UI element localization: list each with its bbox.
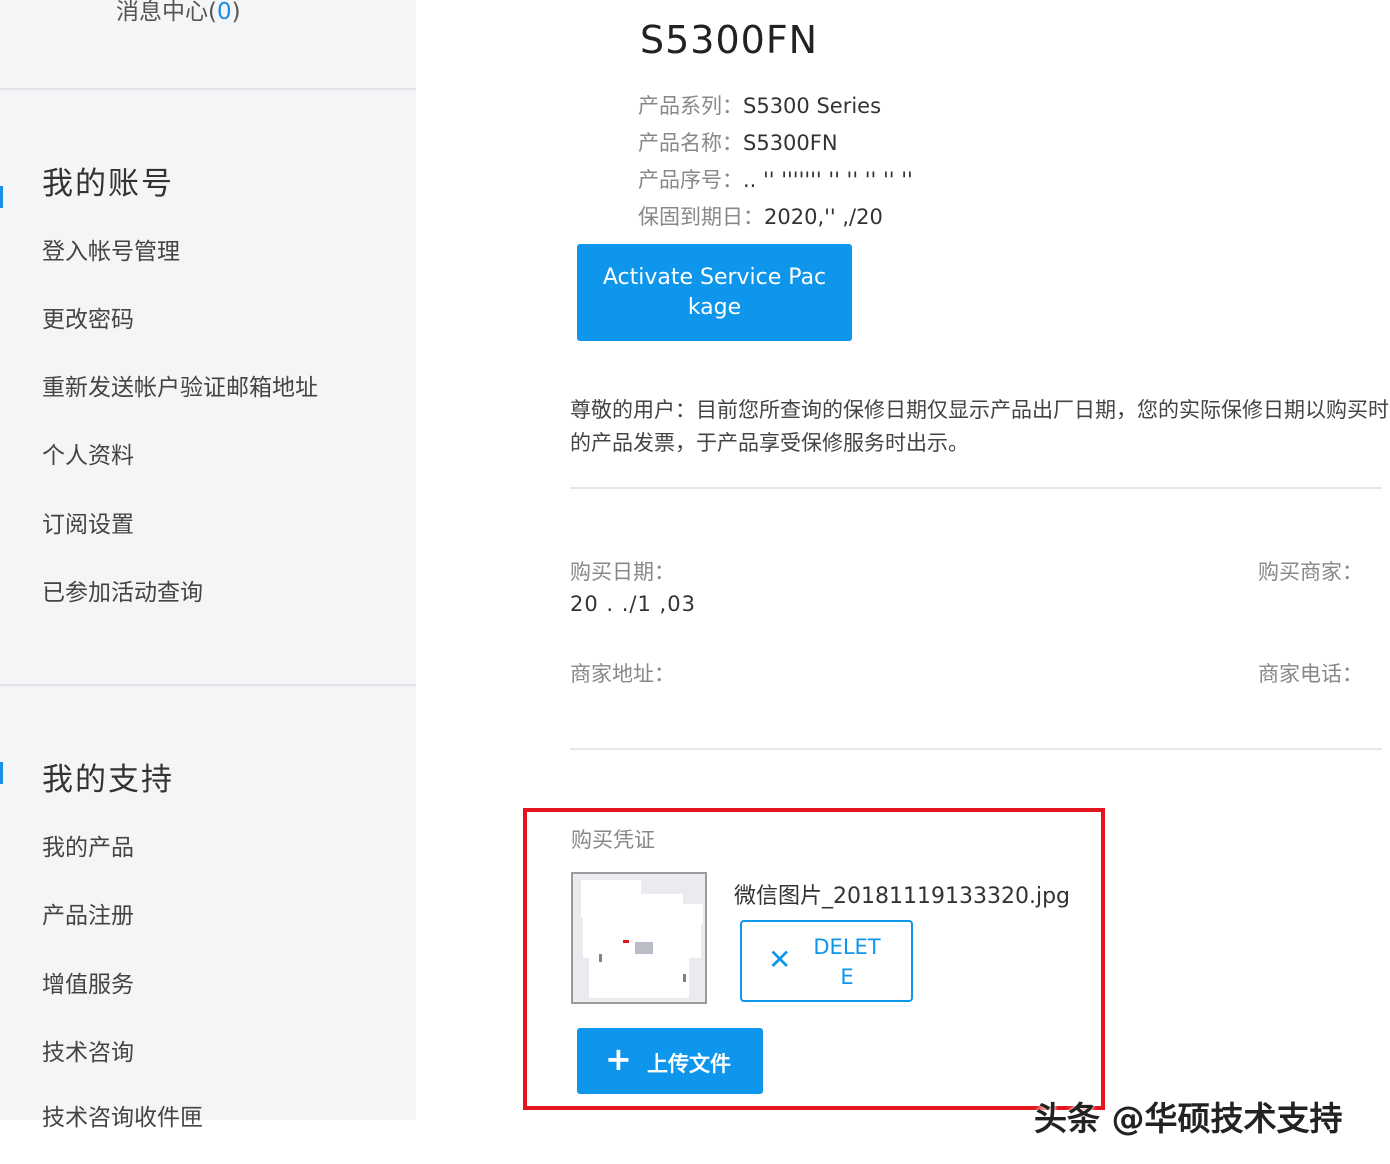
- spec-row: 产品序号：.. '' ''''''' '' '' '' '' '': [638, 164, 913, 194]
- sidebar-item-login-account[interactable]: 登入帐号管理: [42, 232, 180, 266]
- section-accent-bar: [0, 186, 3, 208]
- purchase-proof-label: 购买凭证: [571, 828, 655, 852]
- message-center-label: 消息中心(: [116, 0, 217, 25]
- sidebar-item-tech-consult[interactable]: 技术咨询: [42, 1033, 134, 1067]
- sidebar-item-my-products[interactable]: 我的产品: [42, 828, 134, 862]
- sidebar-item-subscription[interactable]: 订阅设置: [42, 505, 134, 539]
- main-content: S5300FN 产品系列：S5300 Series 产品名称：S5300FN 产…: [416, 0, 1390, 1164]
- spec-row: 保固到期日：2020,'' ,/20: [638, 201, 883, 231]
- merchant-label: 购买商家：: [1258, 560, 1363, 584]
- purchase-date-label: 购买日期：: [570, 560, 675, 584]
- section-divider: [570, 487, 1382, 489]
- spec-label: 产品系列：: [638, 94, 743, 118]
- section-accent-bar: [0, 762, 3, 784]
- spec-value: .. '' ''''''' '' '' '' '' '': [743, 168, 913, 192]
- spec-value: S5300 Series: [743, 94, 882, 118]
- product-model-title: S5300FN: [640, 18, 819, 62]
- upload-button-label: 上传文件: [647, 1052, 731, 1076]
- section-title-my-account: 我的账号: [42, 166, 174, 202]
- delete-button-label: DELETE: [813, 935, 881, 989]
- spec-label: 保固到期日：: [638, 205, 764, 229]
- spec-value: 2020,'' ,/20: [764, 205, 883, 229]
- attached-file-name: 微信图片_20181119133320.jpg: [734, 884, 1070, 909]
- sidebar-divider: [0, 684, 416, 686]
- section-title-my-support: 我的支持: [42, 762, 174, 798]
- sidebar-item-product-registration[interactable]: 产品注册: [42, 896, 134, 930]
- message-center-link[interactable]: 消息中心(0): [116, 0, 241, 26]
- spec-label: 产品序号：: [638, 168, 743, 192]
- merchant-address-label: 商家地址：: [570, 662, 675, 686]
- merchant-phone-label: 商家电话：: [1258, 662, 1363, 686]
- purchase-date-value: 20 . ./1 ,03: [570, 592, 696, 616]
- activate-service-package-button[interactable]: Activate Service Package: [577, 244, 852, 341]
- upload-file-button[interactable]: + 上传文件: [577, 1028, 763, 1094]
- section-divider: [570, 748, 1382, 750]
- sidebar-item-tech-inbox[interactable]: 技术咨询收件匣: [42, 1098, 203, 1132]
- sidebar-item-profile[interactable]: 个人资料: [42, 436, 134, 470]
- watermark: 头条 @华硕技术支持: [1034, 1099, 1343, 1138]
- spec-label: 产品名称：: [638, 131, 743, 155]
- spec-row: 产品名称：S5300FN: [638, 127, 838, 157]
- delete-file-button[interactable]: ✕ DELETE: [740, 920, 913, 1002]
- sidebar: 消息中心(0) 我的账号 登入帐号管理 更改密码 重新发送帐户验证邮箱地址 个人…: [0, 0, 416, 1131]
- sidebar-divider: [0, 88, 416, 90]
- purchase-proof-highlight: 购买凭证 微信图片_20181119133320.jpg ✕ DELETE + …: [523, 808, 1105, 1110]
- spec-value: S5300FN: [743, 131, 838, 155]
- warranty-notice: 尊敬的用户：目前您所查询的保修日期仅显示产品出厂日期，您的实际保修日期以购买时的…: [570, 398, 1389, 455]
- plus-icon: +: [605, 1040, 632, 1078]
- sidebar-item-activities[interactable]: 已参加活动查询: [42, 573, 203, 607]
- close-icon: ✕: [768, 943, 792, 976]
- spec-row: 产品系列：S5300 Series: [638, 90, 881, 120]
- receipt-thumbnail[interactable]: [571, 872, 707, 1004]
- sidebar-item-resend-verification[interactable]: 重新发送帐户验证邮箱地址: [42, 368, 318, 402]
- message-count: 0: [216, 0, 232, 25]
- message-center-suffix: ): [231, 0, 241, 25]
- sidebar-item-value-added-services[interactable]: 增值服务: [42, 965, 134, 999]
- sidebar-item-change-password[interactable]: 更改密码: [42, 300, 134, 334]
